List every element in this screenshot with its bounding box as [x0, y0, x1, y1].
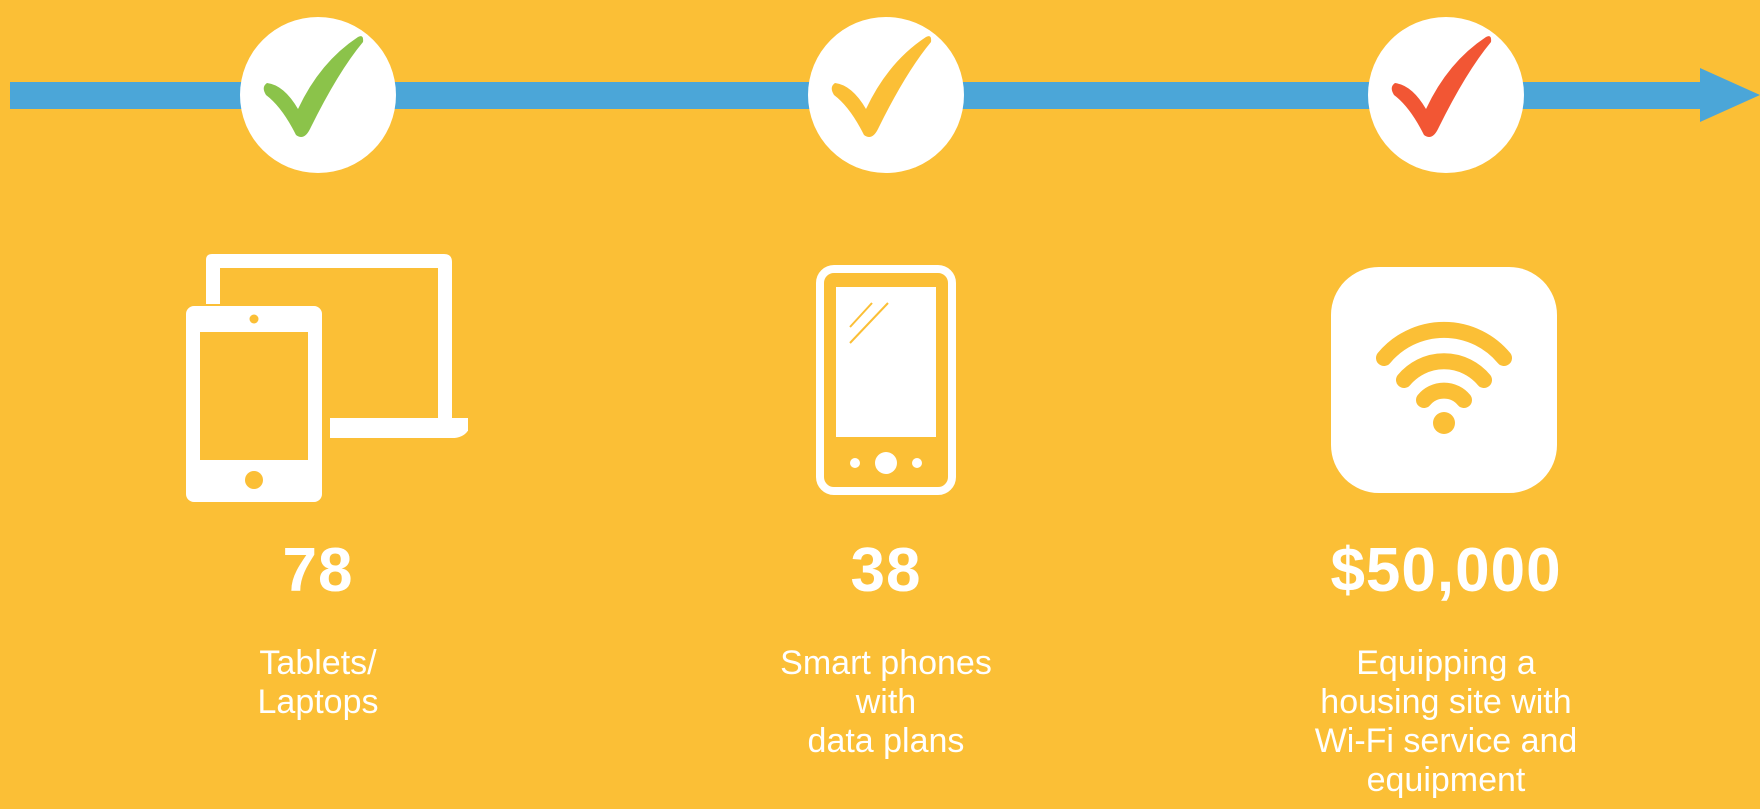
- stat-column-devices: 78 Tablets/ Laptops: [158, 250, 478, 722]
- infographic: 78 Tablets/ Laptops 38 Smart phones with…: [0, 0, 1760, 809]
- stat-description: Tablets/ Laptops: [257, 644, 379, 721]
- wifi-icon: [1331, 267, 1557, 493]
- icon-container: [726, 250, 1046, 510]
- milestone-check-3: [1368, 17, 1524, 173]
- stat-description: Smart phones with data plans: [780, 644, 992, 760]
- timeline-arrowhead: [1700, 68, 1760, 122]
- stat-description: Equipping a housing site with Wi-Fi serv…: [1314, 644, 1578, 799]
- devices-icon: [186, 254, 468, 502]
- stat-value: $50,000: [1330, 536, 1562, 605]
- stat-value: 78: [282, 536, 354, 605]
- stat-value: 38: [850, 536, 922, 605]
- icon-container: [1286, 250, 1606, 510]
- icon-container: [158, 250, 478, 510]
- stat-column-phones: 38 Smart phones with data plans: [726, 250, 1046, 761]
- smartphone-icon: [816, 265, 956, 495]
- milestone-check-1: [240, 17, 396, 173]
- stat-column-wifi: $50,000 Equipping a housing site with Wi…: [1286, 250, 1606, 800]
- milestone-check-2: [808, 17, 964, 173]
